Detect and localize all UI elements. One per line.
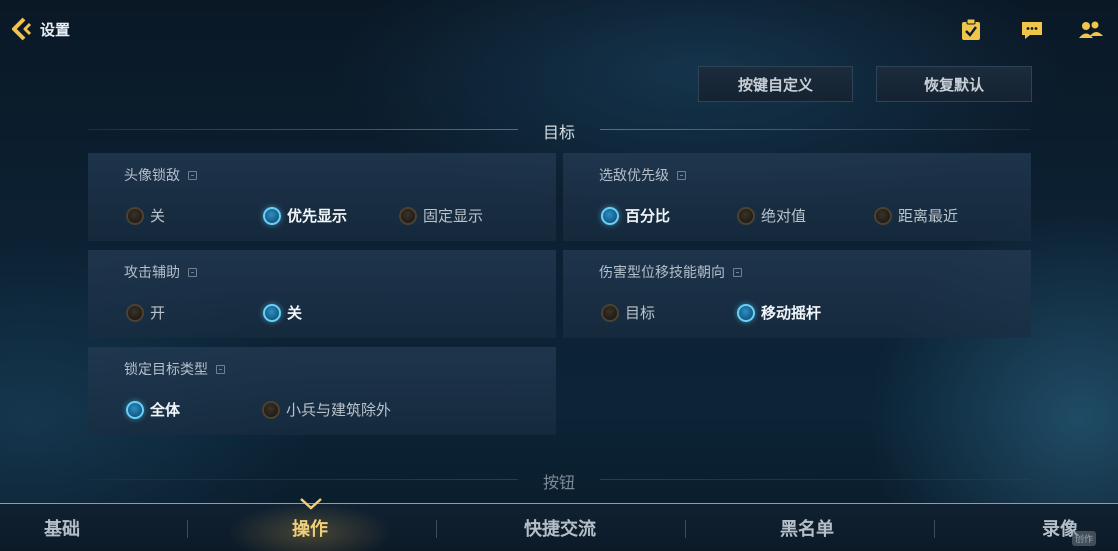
radio-indicator (874, 206, 892, 225)
option-label: 绝对值 (761, 207, 807, 225)
option-radio[interactable]: 优先显示 (263, 205, 347, 226)
radio-indicator (601, 303, 619, 322)
option-radio[interactable]: 关 (263, 302, 302, 323)
info-icon[interactable] (188, 267, 197, 277)
active-tab-marker-icon (300, 498, 322, 510)
radio-indicator-selected (263, 303, 281, 322)
info-icon[interactable] (216, 364, 225, 374)
option-label: 优先显示 (287, 207, 348, 225)
panel-title: 选敌优先级 (599, 165, 686, 185)
section-title-target: 目标 (542, 123, 575, 142)
option-radio[interactable]: 百分比 (601, 205, 670, 226)
radio-indicator (262, 400, 280, 419)
page-title: 设置 (40, 20, 71, 39)
option-radio[interactable]: 小兵与建筑除外 (262, 399, 391, 420)
panel-target-priority: 选敌优先级 百分比 绝对值 距离最近 (563, 153, 1031, 241)
restore-default-label: 恢复默认 (923, 75, 984, 94)
divider-line (600, 479, 1030, 480)
option-radio[interactable]: 绝对值 (737, 205, 806, 226)
option-label: 关 (287, 304, 303, 322)
option-label: 固定显示 (423, 207, 484, 225)
section-header-buttons: 按钮 (88, 469, 1030, 492)
radio-indicator (737, 206, 755, 225)
radio-indicator (126, 206, 144, 225)
option-label: 百分比 (625, 207, 671, 225)
watermark: 创作 (1072, 531, 1097, 546)
option-label: 全体 (150, 401, 181, 419)
option-radio[interactable]: 开 (126, 302, 165, 323)
section-header-target: 目标 (88, 119, 1030, 142)
panel-title-text: 头像锁敌 (124, 168, 180, 184)
radio-indicator-selected (601, 206, 619, 225)
section-title-buttons: 按钮 (542, 473, 575, 492)
radio-indicator-selected (737, 303, 755, 322)
radio-indicator (399, 206, 417, 225)
tab-blacklist[interactable]: 黑名单 (727, 504, 887, 551)
option-label: 关 (150, 207, 166, 225)
tab-operation[interactable]: 操作 (230, 504, 390, 551)
tab-separator (187, 520, 188, 538)
friends-icon[interactable] (1078, 18, 1103, 42)
option-label: 小兵与建筑除外 (286, 401, 392, 419)
option-label: 开 (150, 304, 166, 322)
tab-quick-chat[interactable]: 快捷交流 (480, 504, 640, 551)
panel-avatar-lock: 头像锁敌 关 优先显示 固定显示 (88, 153, 556, 241)
panel-title: 攻击辅助 (124, 262, 197, 282)
option-label: 移动摇杆 (761, 304, 822, 322)
tab-basic[interactable]: 基础 (0, 504, 124, 551)
info-icon[interactable] (733, 267, 742, 277)
task-icon[interactable] (960, 18, 984, 42)
panel-title-text: 选敌优先级 (599, 168, 669, 184)
panel-title: 头像锁敌 (124, 165, 197, 185)
panel-title-text: 锁定目标类型 (124, 362, 208, 378)
option-radio[interactable]: 目标 (601, 302, 655, 323)
panel-attack-assist: 攻击辅助 开 关 (88, 250, 556, 338)
panel-lock-target-type: 锁定目标类型 全体 小兵与建筑除外 (88, 347, 556, 435)
panel-title-text: 攻击辅助 (124, 265, 180, 281)
custom-keys-label: 按键自定义 (737, 75, 813, 94)
tab-separator (934, 520, 935, 538)
option-label: 距离最近 (898, 207, 959, 225)
bottom-tab-bar: 基础 操作 快捷交流 黑名单 录像 (0, 503, 1118, 551)
back-button[interactable]: 设置 (8, 16, 70, 42)
divider-line (600, 129, 1030, 130)
panel-dash-skill-direction: 伤害型位移技能朝向 目标 移动摇杆 (563, 250, 1031, 338)
tab-label: 操作 (292, 519, 328, 540)
tab-separator (436, 520, 437, 538)
tab-label: 基础 (44, 519, 80, 540)
panel-title: 伤害型位移技能朝向 (599, 262, 742, 282)
radio-indicator-selected (126, 400, 144, 419)
panel-title: 锁定目标类型 (124, 359, 225, 379)
tab-label: 黑名单 (780, 519, 834, 540)
chat-icon[interactable] (1020, 18, 1044, 42)
info-icon[interactable] (188, 170, 197, 180)
tab-label: 快捷交流 (524, 519, 596, 540)
radio-indicator-selected (263, 206, 281, 225)
tab-separator (685, 520, 686, 538)
back-arrow-icon (12, 17, 32, 41)
radio-indicator (126, 303, 144, 322)
option-radio[interactable]: 全体 (126, 399, 180, 420)
option-label: 目标 (625, 304, 656, 322)
option-radio[interactable]: 固定显示 (399, 205, 483, 226)
panel-title-text: 伤害型位移技能朝向 (599, 265, 725, 281)
restore-default-button[interactable]: 恢复默认 (876, 66, 1032, 102)
option-radio[interactable]: 距离最近 (874, 205, 958, 226)
info-icon[interactable] (677, 170, 686, 180)
top-bar: 设置 (0, 0, 1118, 58)
custom-keys-button[interactable]: 按键自定义 (698, 66, 853, 102)
option-radio[interactable]: 关 (126, 205, 165, 226)
option-radio[interactable]: 移动摇杆 (737, 302, 821, 323)
